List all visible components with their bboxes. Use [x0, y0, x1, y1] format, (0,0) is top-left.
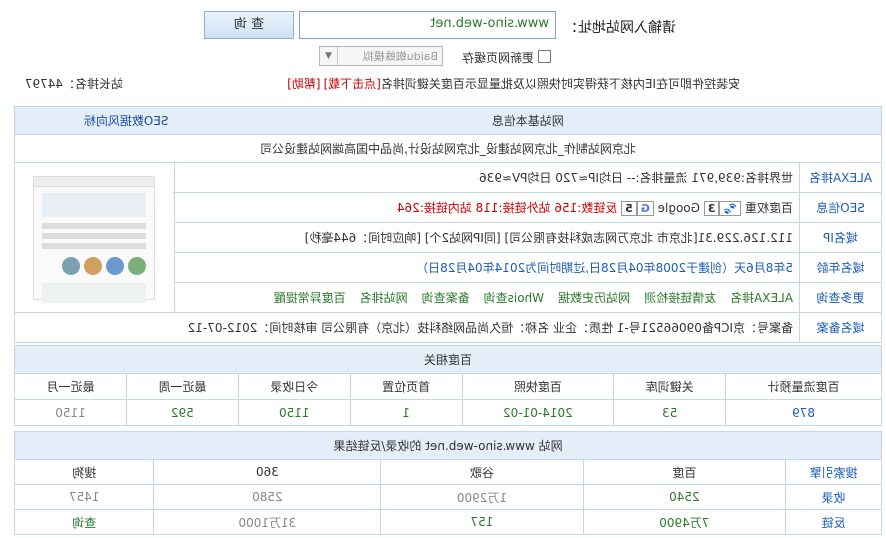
more-link-whois[interactable]: Whois查询 [484, 291, 544, 305]
index-cell[interactable]: 1万2900 [380, 484, 584, 510]
domain-ip-label[interactable]: 域名IP [799, 222, 882, 253]
seo-info-label[interactable]: SEO信息 [799, 192, 882, 223]
url-label: 请输入网站地址： [564, 20, 676, 36]
domain-age-text: 5年8月6天（创建于2008年04月28日,过期时间为2014年04月28日） [174, 252, 800, 283]
spider-select[interactable]: Baidu蜘蛛模拟 ▼ [319, 46, 443, 66]
index-col: 搜索引擎 [785, 459, 882, 485]
chevron-down-icon: ▼ [320, 47, 338, 65]
alexa-label[interactable]: ALEXA排名 [799, 162, 882, 193]
baidu-col: 最近一周 [126, 373, 239, 400]
seo-info-cell: 百度权重 🐾3 Google G5 反链数:156 站外链接:118 站内链接:… [174, 192, 800, 223]
baidu-column-row: 百度流量预计 关键词库 百度快照 首页位置 今日收录 最近一周 最近一月 [14, 373, 882, 400]
table-row: 反链 7万4900 157 31万1000 查询 [14, 509, 882, 535]
notice-message: 安装控件即可在IE内核下获得实时快照以及批量显示百度关键词排名 [380, 77, 740, 91]
index-cell[interactable]: 2540 [583, 484, 786, 510]
baidu-value[interactable]: 592 [126, 399, 239, 426]
baidu-col: 首页位置 [350, 373, 463, 400]
refresh-cache-checkbox[interactable] [538, 50, 551, 63]
link-counts: 反链数:156 站外链接:118 站内链接:264 [396, 201, 618, 215]
baidu-value-row: 879 53 2014-01-02 1 1150 592 1150 [14, 399, 882, 426]
more-link-icp[interactable]: 备案查询 [422, 291, 470, 305]
baidu-col: 关键词库 [613, 373, 726, 400]
index-col: 360 [154, 459, 381, 485]
index-cell[interactable]: 7万4900 [583, 509, 786, 535]
index-cell[interactable]: 31万1000 [154, 509, 381, 535]
more-link-rank[interactable]: 网站排名 [360, 291, 408, 305]
seo-trend-link[interactable]: SEO数据风向标 [14, 106, 175, 135]
more-link-baidu-alert[interactable]: 百度异常提醒 [274, 291, 346, 305]
icp-text: 备案号：京ICP备09066521号-1 性质：企业 名称：恒久尚品网络科技（北… [14, 312, 800, 343]
index-row-label: 反链 [785, 509, 882, 535]
refresh-cache-label: 更新网页缓存 [461, 51, 534, 65]
paw-icon: 🐾 [719, 201, 742, 216]
domain-ip-text: 112.126.229.31[北京市 北京万网志成科技有限公司] [同IP网站2… [174, 222, 800, 253]
baidu-weight-label: 百度权重 [744, 201, 793, 215]
index-cell[interactable]: 查询 [14, 509, 154, 535]
baidu-col: 最近一月 [14, 373, 127, 400]
page: 请输入网站地址： www.sino-web.net 查 询 更新网页缓存 Bai… [0, 0, 886, 538]
site-thumbnail-cell [14, 162, 175, 313]
site-thumbnail[interactable] [33, 175, 156, 303]
more-queries-label[interactable]: 更多查询 [799, 282, 882, 313]
more-link-history[interactable]: 网站历史数据 [558, 291, 630, 305]
index-cell[interactable]: 157 [380, 509, 584, 535]
download-link[interactable]: [点击下载] [324, 77, 381, 91]
baidu-col: 百度快照 [462, 373, 614, 400]
baidu-weight-value: 3 [703, 201, 720, 216]
help-link[interactable]: [帮助] [287, 77, 320, 91]
baidu-table: 百度相关 百度流量预计 关键词库 百度快照 首页位置 今日收录 最近一周 最近一… [14, 345, 882, 426]
index-header: 网站 www.sino-web.net 的收录/反链结果 [14, 431, 882, 460]
google-label: Google [657, 201, 700, 215]
index-cell[interactable]: 1457 [14, 484, 154, 510]
index-col: 百度 [583, 459, 786, 485]
domain-age-label[interactable]: 域名年龄 [799, 252, 882, 283]
icp-label[interactable]: 域名备案 [799, 312, 882, 343]
site-rank: 站长排名：44797 [24, 77, 123, 91]
basic-info-title: 网站基本信息 [174, 106, 882, 135]
index-column-row: 搜索引擎 百度 谷歌 360 搜狗 [14, 459, 882, 485]
basic-info-table: 网站基本信息 SEO数据风向标 北京网站制作_北京网站建设_北京网站设计,尚品中… [14, 106, 882, 343]
query-button[interactable]: 查 询 [204, 11, 294, 39]
table-row: 收录 2540 1万2900 2580 1457 [14, 484, 882, 510]
url-input[interactable]: www.sino-web.net [299, 11, 556, 39]
baidu-col: 百度流量预计 [725, 373, 882, 400]
more-link-alexa[interactable]: ALEXA排名 [730, 291, 793, 305]
index-row-label: 收录 [785, 484, 882, 510]
index-table: 网站 www.sino-web.net 的收录/反链结果 搜索引擎 百度 谷歌 … [14, 431, 882, 535]
baidu-col: 今日收录 [238, 373, 351, 400]
index-col: 谷歌 [380, 459, 584, 485]
more-queries-links: ALEXA排名友情链接检测网站历史数据 Whois查询备案查询网站排名百度异常提醒 [174, 282, 800, 313]
google-pr-value: 5 [621, 201, 637, 216]
spider-select-value: Baidu蜘蛛模拟 [362, 50, 438, 63]
baidu-value[interactable]: 2014-01-02 [462, 399, 614, 426]
baidu-value[interactable]: 1150 [238, 399, 351, 426]
notice-text: 安装控件即可在IE内核下获得实时快照以及批量显示百度关键词排名[点击下载] [帮助… [287, 75, 740, 92]
more-link-friend-links[interactable]: 友情链接检测 [644, 291, 716, 305]
baidu-value[interactable]: 1150 [14, 399, 127, 426]
basic-info-header: 网站基本信息 SEO数据风向标 [14, 106, 882, 135]
site-description: 北京网站制作_北京网站建设_北京网站设计,尚品中国高端网站建设公司 [14, 134, 882, 163]
baidu-value[interactable]: 53 [613, 399, 726, 426]
index-col: 搜狗 [14, 459, 154, 485]
index-cell[interactable]: 2580 [154, 484, 381, 510]
google-icon: G [636, 201, 654, 216]
baidu-value: 1 [350, 399, 463, 426]
alexa-text: 世界排名:939,971 流量排名:-- 日均IP≈720 日均PV≈936 [174, 162, 800, 193]
baidu-value: 879 [725, 399, 882, 426]
baidu-header: 百度相关 [14, 345, 882, 374]
